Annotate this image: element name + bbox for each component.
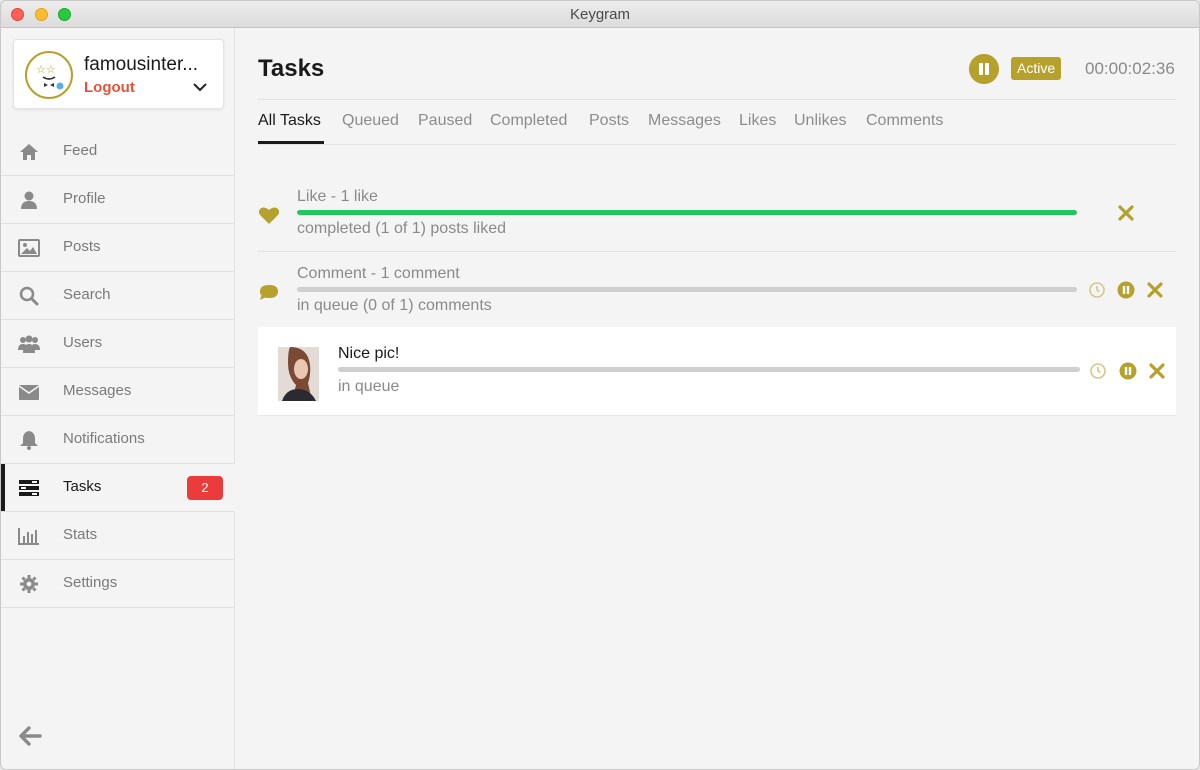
user-icon (21, 191, 37, 209)
main-panel: Tasks Active 00:00:02:36 All Tasks Queue… (235, 28, 1199, 769)
comment-icon (260, 285, 278, 300)
svg-text:☆☆: ☆☆ (36, 63, 56, 76)
task-row-comment: Comment - 1 comment in queue (0 of 1) co… (258, 262, 1176, 327)
chevron-down-icon[interactable] (193, 80, 207, 94)
sidebar-item-label: Tasks (63, 478, 102, 495)
title-bar: Keygram (1, 1, 1199, 28)
divider (258, 251, 1176, 252)
bell-icon (20, 431, 38, 450)
post-thumbnail (278, 347, 319, 401)
status-badge: Active (1011, 57, 1062, 80)
divider (258, 99, 1176, 100)
users-icon (18, 335, 40, 353)
window-title: Keygram (569, 6, 631, 23)
tab-messages[interactable]: Messages (648, 112, 721, 130)
task-progress-bar (297, 287, 1077, 292)
subtask-title: Nice pic! (338, 345, 400, 362)
logout-link[interactable]: Logout (84, 79, 135, 96)
cancel-task-icon[interactable] (1146, 281, 1164, 299)
sidebar-item-label: Notifications (63, 430, 145, 447)
sidebar-item-settings[interactable]: Settings (1, 560, 235, 608)
tab-queued[interactable]: Queued (342, 112, 399, 130)
sidebar-item-tasks[interactable]: Tasks 2 (1, 464, 235, 512)
task-title: Comment - 1 comment (297, 265, 460, 282)
sidebar-item-users[interactable]: Users (1, 320, 235, 368)
account-card[interactable]: ☆☆ famousinter... Logout (13, 39, 224, 109)
envelope-icon (18, 385, 40, 400)
sidebar-item-label: Messages (63, 382, 132, 399)
avatar: ☆☆ (25, 51, 73, 99)
task-status: in queue (0 of 1) comments (297, 297, 492, 314)
subtask-row: Nice pic! in queue (258, 327, 1176, 416)
pause-all-button[interactable] (969, 54, 999, 84)
task-progress-bar (297, 210, 1077, 215)
sidebar-item-label: Search (63, 286, 111, 303)
divider (258, 144, 1176, 145)
clock-icon[interactable] (1089, 362, 1107, 380)
page-title: Tasks (258, 55, 325, 82)
sidebar-item-posts[interactable]: Posts (1, 224, 235, 272)
clock-icon[interactable] (1088, 281, 1106, 299)
sidebar-item-feed[interactable]: Feed (1, 128, 235, 176)
home-icon (20, 144, 38, 160)
sidebar-item-label: Feed (63, 142, 98, 159)
pause-task-icon[interactable] (1119, 362, 1137, 380)
tab-posts[interactable]: Posts (589, 112, 629, 130)
task-progress-fill (297, 210, 1077, 215)
sidebar-item-notifications[interactable]: Notifications (1, 416, 235, 464)
tab-completed[interactable]: Completed (490, 112, 567, 130)
sidebar-item-search[interactable]: Search (1, 272, 235, 320)
tasks-icon (19, 480, 39, 496)
tab-all-tasks[interactable]: All Tasks (258, 112, 321, 130)
task-status: completed (1 of 1) posts liked (297, 220, 506, 237)
subtask-status: in queue (338, 378, 400, 395)
sidebar-item-label: Settings (63, 574, 118, 591)
tab-comments[interactable]: Comments (866, 112, 943, 130)
sidebar-item-stats[interactable]: Stats (1, 512, 235, 560)
tasks-count-badge: 2 (187, 476, 223, 500)
avatar-face-icon: ☆☆ (36, 63, 64, 90)
subtask-progress-bar (338, 367, 1080, 372)
cancel-task-icon[interactable] (1117, 204, 1135, 222)
task-row-like: Like - 1 like completed (1 of 1) posts l… (258, 185, 1176, 251)
tab-likes[interactable]: Likes (739, 112, 776, 130)
image-icon (18, 239, 40, 257)
session-timer: 00:00:02:36 (1085, 59, 1175, 78)
sidebar-item-profile[interactable]: Profile (1, 176, 235, 224)
collapse-sidebar-arrow-icon[interactable] (18, 725, 42, 747)
sidebar-item-label: Users (63, 334, 103, 351)
task-title: Like - 1 like (297, 188, 378, 205)
sidebar-item-messages[interactable]: Messages (1, 368, 235, 416)
account-name: famousinter... (84, 54, 199, 75)
app-window: Keygram ☆☆ famousinter... Logout Feed Pr… (0, 0, 1200, 770)
sidebar-item-label: Posts (63, 238, 101, 255)
sidebar-item-label: Profile (63, 190, 106, 207)
cancel-task-icon[interactable] (1148, 362, 1166, 380)
sidebar: ☆☆ famousinter... Logout Feed Profile Po… (1, 28, 235, 769)
sidebar-nav: Feed Profile Posts Search Users Messages (1, 128, 235, 608)
tab-paused[interactable]: Paused (418, 112, 472, 130)
pause-task-icon[interactable] (1117, 281, 1135, 299)
sidebar-item-label: Stats (63, 526, 98, 543)
gear-icon (20, 575, 38, 593)
bar-chart-icon (18, 528, 39, 545)
search-icon (19, 286, 39, 306)
portrait-thumbnail-image (278, 347, 319, 401)
heart-icon (258, 207, 280, 224)
tab-unlikes[interactable]: Unlikes (794, 112, 846, 130)
